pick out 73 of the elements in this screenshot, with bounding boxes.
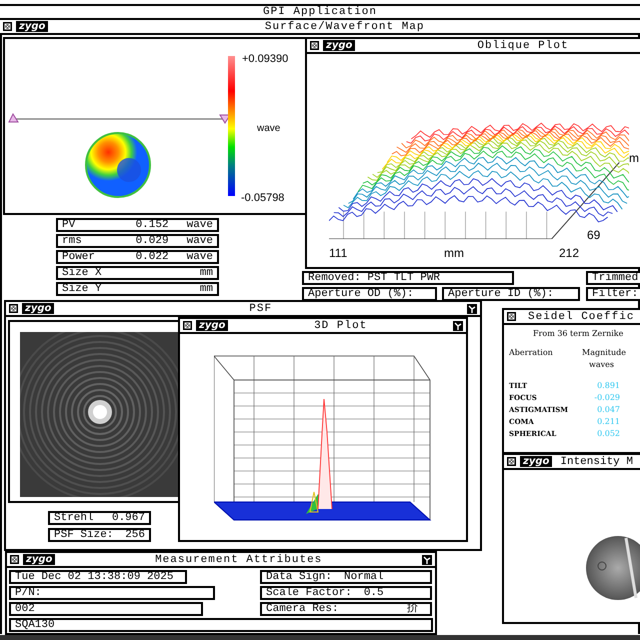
stat-label: Power: [62, 252, 96, 262]
scale-unit: wave: [257, 122, 280, 136]
close-icon[interactable]: [183, 321, 192, 330]
stat-label: PV: [62, 220, 76, 230]
logo: zygo: [520, 456, 552, 467]
close-icon[interactable]: [9, 304, 18, 313]
stat-label: Size Y: [62, 284, 103, 294]
close-icon[interactable]: [10, 555, 19, 564]
field-label: Scale Factor:: [266, 588, 352, 598]
intensity-image: [586, 536, 640, 600]
stat-unit: mm: [200, 268, 213, 278]
info-text: Removed: PST TLT PWR: [308, 272, 440, 284]
field-value: 0.967: [112, 512, 145, 524]
window-title: Intensity M: [559, 456, 634, 468]
stat-value: 0.152: [134, 220, 169, 230]
close-icon[interactable]: [3, 22, 12, 31]
close-icon[interactable]: [310, 41, 319, 50]
logo: zygo: [23, 554, 56, 565]
field-label: P/N:: [15, 588, 42, 598]
scale-min: -0.05798: [241, 191, 284, 206]
field-value: SQA130: [15, 620, 55, 630]
app-title: GPI Application: [262, 4, 378, 20]
surface-map-image: [85, 132, 151, 198]
axis-label: m: [629, 150, 639, 167]
window-title: 3D Plot: [313, 320, 368, 332]
axis-label: mm: [444, 245, 464, 262]
stat-unit: wave: [186, 252, 213, 262]
tool-icon[interactable]: [453, 320, 463, 330]
window-title: Measurement Attributes: [154, 554, 324, 566]
column-unit: waves: [588, 359, 615, 371]
logo: zygo: [323, 40, 356, 51]
field-label: Camera Res:: [266, 604, 339, 614]
stat-value: 0.022: [134, 252, 169, 262]
aberration-value: 0.891: [596, 380, 620, 392]
stat-unit: mm: [200, 284, 213, 294]
aberration-value: -0.029: [593, 392, 620, 404]
logo: zygo: [22, 303, 54, 314]
logo: zygo: [16, 21, 48, 32]
field-label: Data Sign:: [266, 572, 332, 582]
aberration-value: 0.047: [596, 404, 620, 416]
field-value: 256: [125, 530, 145, 540]
window-title: PSF: [248, 302, 274, 314]
field-label: PSF Size:: [54, 530, 114, 540]
stat-unit: wave: [186, 236, 213, 246]
scale-max: +0.09390: [242, 52, 288, 67]
tool-icon[interactable]: [422, 554, 432, 564]
window-title: Surface/Wavefront Map: [264, 20, 426, 32]
stat-label: Size X: [62, 268, 103, 278]
axis-label: 69: [587, 227, 600, 244]
close-icon[interactable]: [507, 457, 516, 466]
info-text: Trimmed:: [592, 272, 640, 284]
info-text: Aperture OD (%):: [308, 288, 414, 300]
info-text: Filter:: [592, 288, 638, 300]
subtitle: From 36 term Zernike: [532, 328, 624, 340]
logo: zygo: [196, 320, 228, 331]
aberration-value: 0.052: [596, 428, 620, 440]
window-title: Oblique Plot: [476, 40, 570, 52]
stat-label: rms: [62, 236, 83, 246]
axis-label: 111: [329, 245, 348, 262]
info-text: Aperture ID (%):: [448, 288, 554, 300]
window-title: Seidel Coeffic: [527, 310, 636, 322]
stat-unit: wave: [186, 220, 213, 230]
field-value: Normal: [344, 572, 384, 582]
column-header: Magnitude: [582, 347, 626, 359]
field-value: 002: [15, 604, 35, 614]
column-header: Aberration: [509, 347, 554, 359]
tool-icon[interactable]: [467, 304, 477, 314]
aberration-value: 0.211: [596, 416, 620, 428]
stat-value: 0.029: [134, 236, 169, 246]
field-value: Tue Dec 02 13:38:09 2025: [15, 572, 174, 582]
axis-label: 212: [559, 245, 580, 262]
close-icon[interactable]: [507, 312, 516, 321]
field-value: 0.5: [364, 588, 384, 598]
